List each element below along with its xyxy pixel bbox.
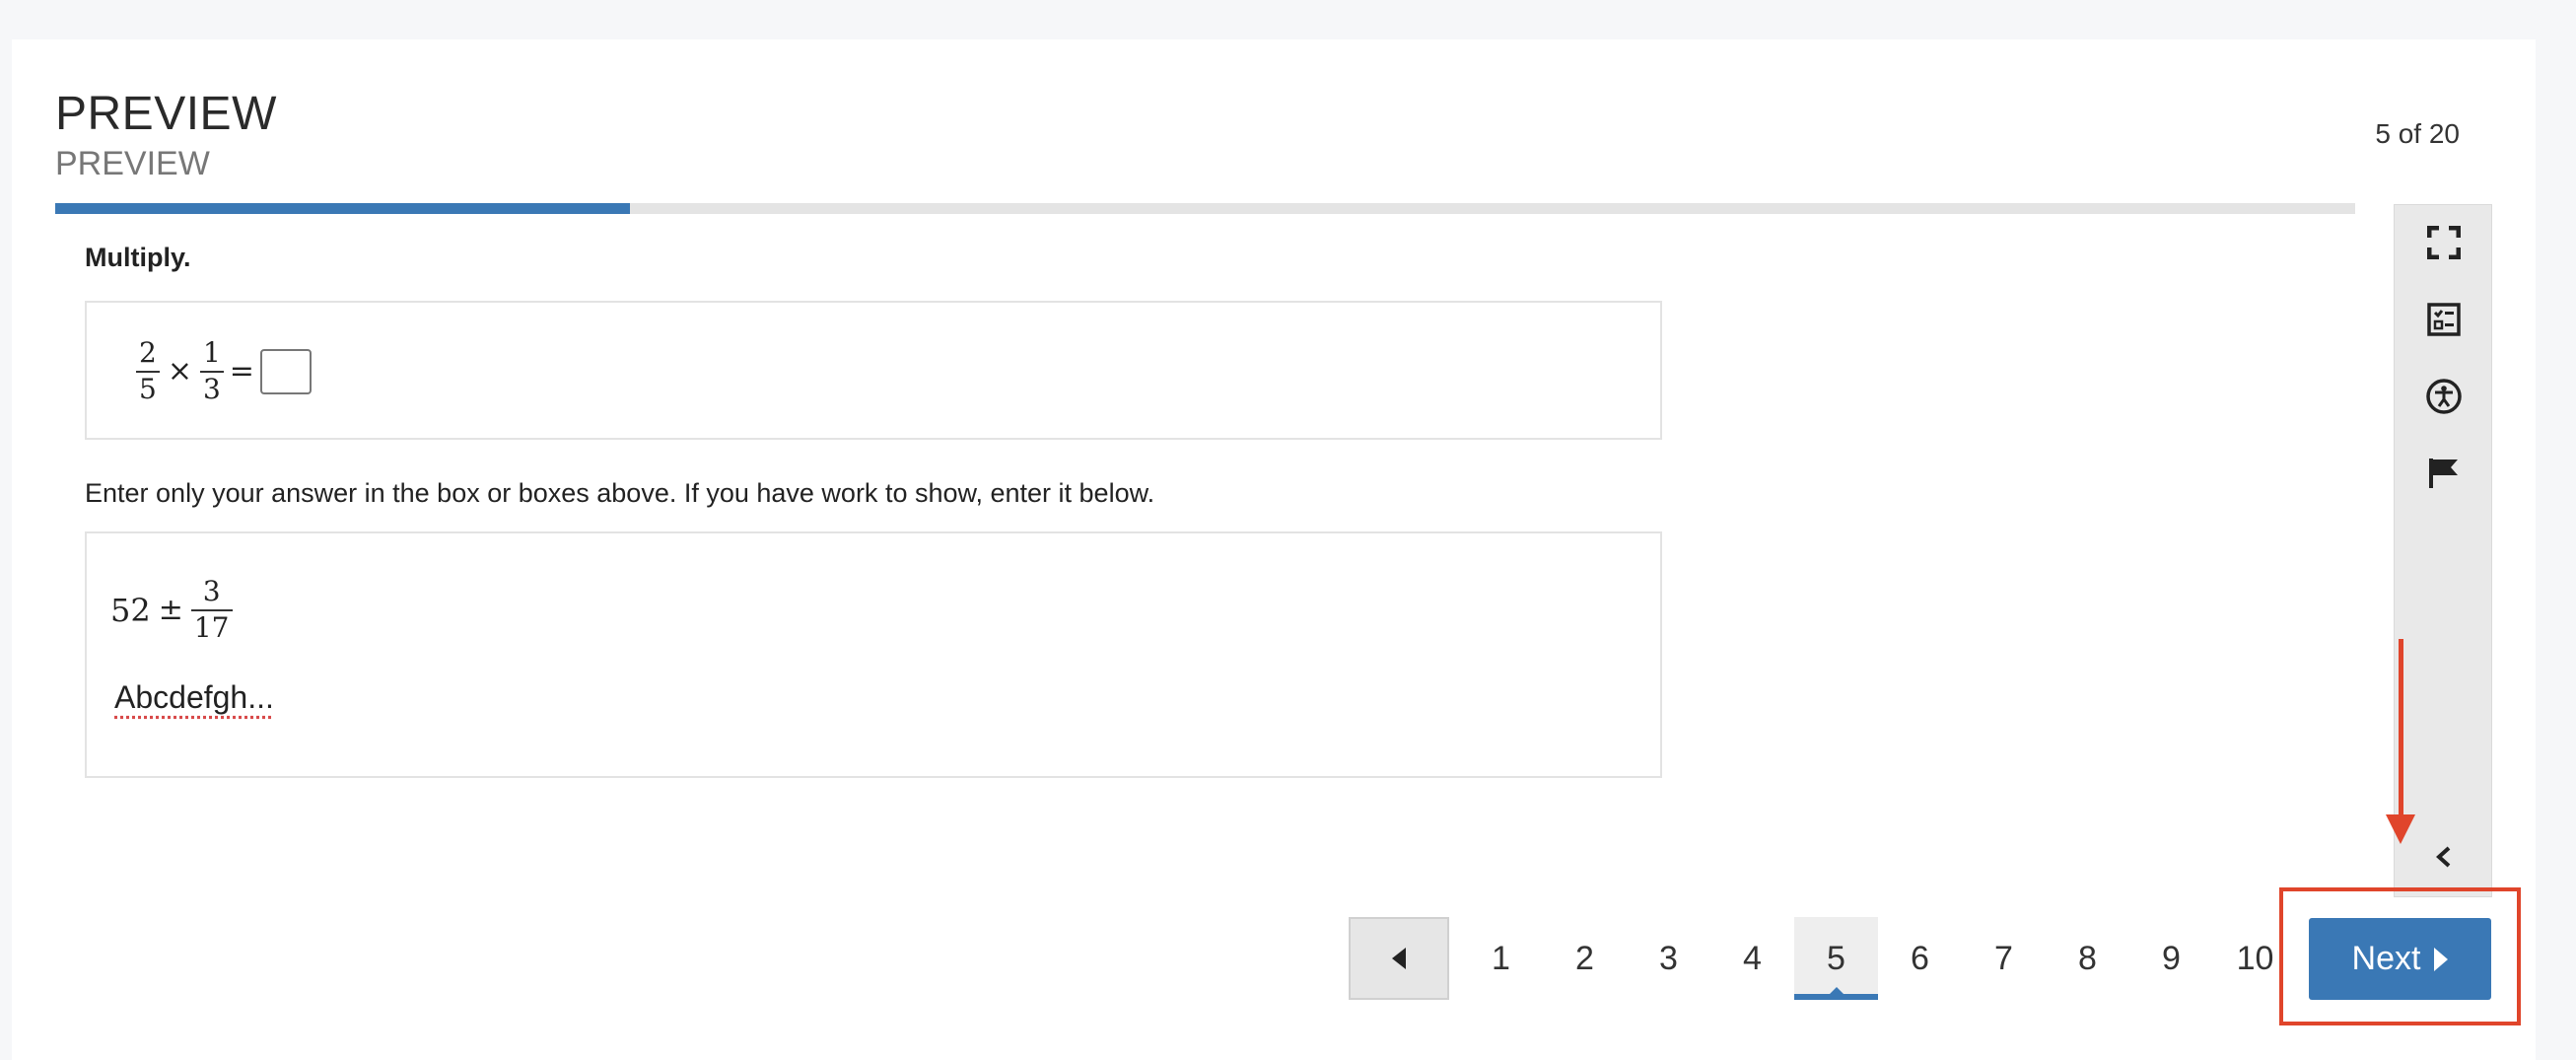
equals-sign: = <box>229 354 254 389</box>
page-button-9[interactable]: 9 <box>2129 917 2213 1000</box>
caret-left-icon <box>1392 948 1406 969</box>
work-text: Abcdefgh... <box>114 679 274 715</box>
answer-box: 2 5 × 1 3 = <box>85 301 1662 440</box>
page-button-8[interactable]: 8 <box>2046 917 2129 1000</box>
previous-button[interactable] <box>1349 917 1449 1000</box>
annotation-arrow-line <box>2399 639 2403 816</box>
work-whole-number: 52 <box>110 591 151 629</box>
work-math-expression: 52 ± 3 17 <box>110 575 233 644</box>
fraction-1: 2 5 <box>136 336 160 405</box>
page-title: PREVIEW <box>55 88 277 140</box>
page-button-1[interactable]: 1 <box>1459 917 1543 1000</box>
work-input-area[interactable]: 52 ± 3 17 Abcdefgh... <box>85 531 1662 778</box>
instruction-text: Enter only your answer in the box or box… <box>85 478 1155 508</box>
answer-input[interactable] <box>259 348 312 394</box>
collapse-chevron-icon <box>2436 846 2451 868</box>
fraction-2-numerator: 1 <box>202 336 221 369</box>
accessibility-button[interactable] <box>2395 367 2493 426</box>
question-counter: 5 of 20 <box>2375 118 2460 149</box>
fraction-1-denominator: 5 <box>139 372 157 405</box>
fullscreen-button[interactable] <box>2395 213 2493 272</box>
page-button-3[interactable]: 3 <box>1627 917 1710 1000</box>
answer-choices-button[interactable] <box>2395 290 2493 349</box>
page-list: 1 2 3 4 5 6 7 8 9 10 <box>1459 917 2297 1000</box>
progress-bar-fill <box>55 203 631 214</box>
next-button[interactable]: Next <box>2309 918 2491 1000</box>
work-fraction: 3 17 <box>190 575 233 644</box>
page-button-2[interactable]: 2 <box>1543 917 1627 1000</box>
flag-button[interactable] <box>2395 444 2493 503</box>
pagination: 1 2 3 4 5 6 7 8 9 10 <box>1349 917 2297 1000</box>
question-prompt: Multiply. <box>85 243 191 272</box>
page-subtitle: PREVIEW <box>55 145 210 182</box>
fullscreen-icon <box>2427 226 2461 259</box>
work-fraction-numerator: 3 <box>202 575 221 607</box>
plus-minus-operator: ± <box>158 593 183 628</box>
question-area: Multiply. <box>85 243 1662 273</box>
fraction-2: 1 3 <box>199 336 224 405</box>
fraction-1-numerator: 2 <box>139 336 157 369</box>
page-button-5[interactable]: 5 <box>1794 917 1878 1000</box>
answer-choices-icon <box>2427 303 2461 336</box>
next-button-label: Next <box>2351 940 2421 977</box>
accessibility-icon <box>2426 379 2462 414</box>
flag-icon <box>2429 459 2458 488</box>
multiply-operator: × <box>167 354 192 389</box>
caret-right-icon <box>2434 947 2449 971</box>
tools-sidebar <box>2394 204 2492 897</box>
page-button-6[interactable]: 6 <box>1878 917 1962 1000</box>
work-fraction-denominator: 17 <box>193 610 230 644</box>
page-button-4[interactable]: 4 <box>1710 917 1794 1000</box>
annotation-arrow-head <box>2386 814 2415 844</box>
page-button-7[interactable]: 7 <box>1962 917 2046 1000</box>
equation: 2 5 × 1 3 = <box>136 336 312 405</box>
progress-bar <box>55 203 2355 214</box>
fraction-2-denominator: 3 <box>202 372 221 405</box>
